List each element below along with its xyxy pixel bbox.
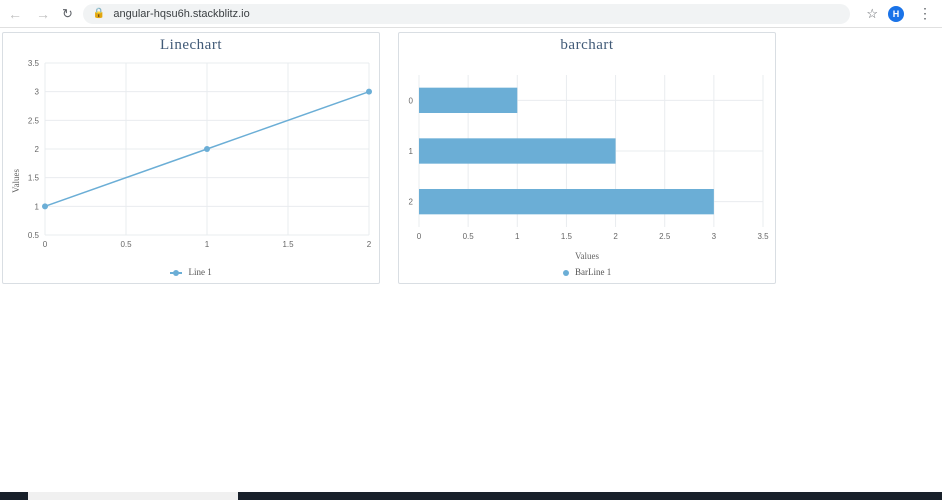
barchart-legend-label: BarLine 1	[575, 267, 611, 277]
barchart-title: barchart	[399, 33, 775, 54]
svg-text:2: 2	[367, 240, 372, 249]
svg-text:2.5: 2.5	[28, 116, 40, 125]
svg-text:1: 1	[515, 232, 520, 241]
svg-text:0: 0	[43, 240, 48, 249]
forward-button[interactable]: →	[34, 6, 52, 22]
svg-text:0: 0	[417, 232, 422, 241]
barchart-legend: BarLine 1	[399, 267, 775, 277]
svg-text:2.5: 2.5	[659, 232, 671, 241]
linechart-legend-label: Line 1	[189, 267, 212, 277]
linechart-legend: Line 1	[3, 267, 379, 277]
svg-text:1.5: 1.5	[561, 232, 573, 241]
profile-avatar[interactable]: H	[888, 6, 904, 22]
page-content: Linechart Values 00.511.52 0.511.522.533…	[0, 28, 942, 288]
svg-text:3.5: 3.5	[757, 232, 769, 241]
svg-text:1.5: 1.5	[282, 240, 294, 249]
svg-text:3.5: 3.5	[28, 59, 40, 68]
barchart-card: barchart 0 0.5 1 1.5 2 2.5 3 3.5 0 1 2 Values Bar…	[398, 32, 776, 284]
back-button[interactable]: ←	[6, 6, 24, 22]
barchart-xlabel: Values	[575, 251, 599, 261]
svg-text:0.5: 0.5	[120, 240, 132, 249]
url-text: angular-hqsu6h.stackblitz.io	[113, 8, 249, 20]
address-bar[interactable]: 🔒 angular-hqsu6h.stackblitz.io	[83, 4, 850, 24]
svg-text:3: 3	[35, 88, 40, 97]
svg-text:2: 2	[613, 232, 618, 241]
barchart-plot: 0 0.5 1 1.5 2 2.5 3 3.5 0 1 2	[399, 55, 777, 265]
svg-text:3: 3	[712, 232, 717, 241]
svg-text:1: 1	[35, 202, 40, 211]
svg-text:2: 2	[35, 145, 40, 154]
svg-text:2: 2	[409, 198, 414, 207]
browser-toolbar: ← → ↻ 🔒 angular-hqsu6h.stackblitz.io ☆ H…	[0, 0, 942, 28]
lock-icon: 🔒	[93, 8, 105, 19]
legend-dot-marker-icon	[563, 270, 569, 276]
svg-text:0.5: 0.5	[463, 232, 475, 241]
bookmark-icon[interactable]: ☆	[866, 6, 878, 22]
svg-text:1: 1	[409, 147, 414, 156]
svg-text:1.5: 1.5	[28, 174, 40, 183]
kebab-menu-icon[interactable]: ⋮	[914, 5, 936, 22]
linechart-plot: 00.511.52 0.511.522.533.5	[3, 55, 381, 265]
os-taskbar	[0, 492, 942, 500]
linechart-card: Linechart Values 00.511.52 0.511.522.533…	[2, 32, 380, 284]
svg-text:0.5: 0.5	[28, 231, 40, 240]
reload-button[interactable]: ↻	[62, 6, 73, 22]
svg-text:0: 0	[409, 96, 414, 105]
svg-text:1: 1	[205, 240, 210, 249]
legend-line-marker-icon	[170, 272, 182, 274]
linechart-title: Linechart	[3, 33, 379, 54]
